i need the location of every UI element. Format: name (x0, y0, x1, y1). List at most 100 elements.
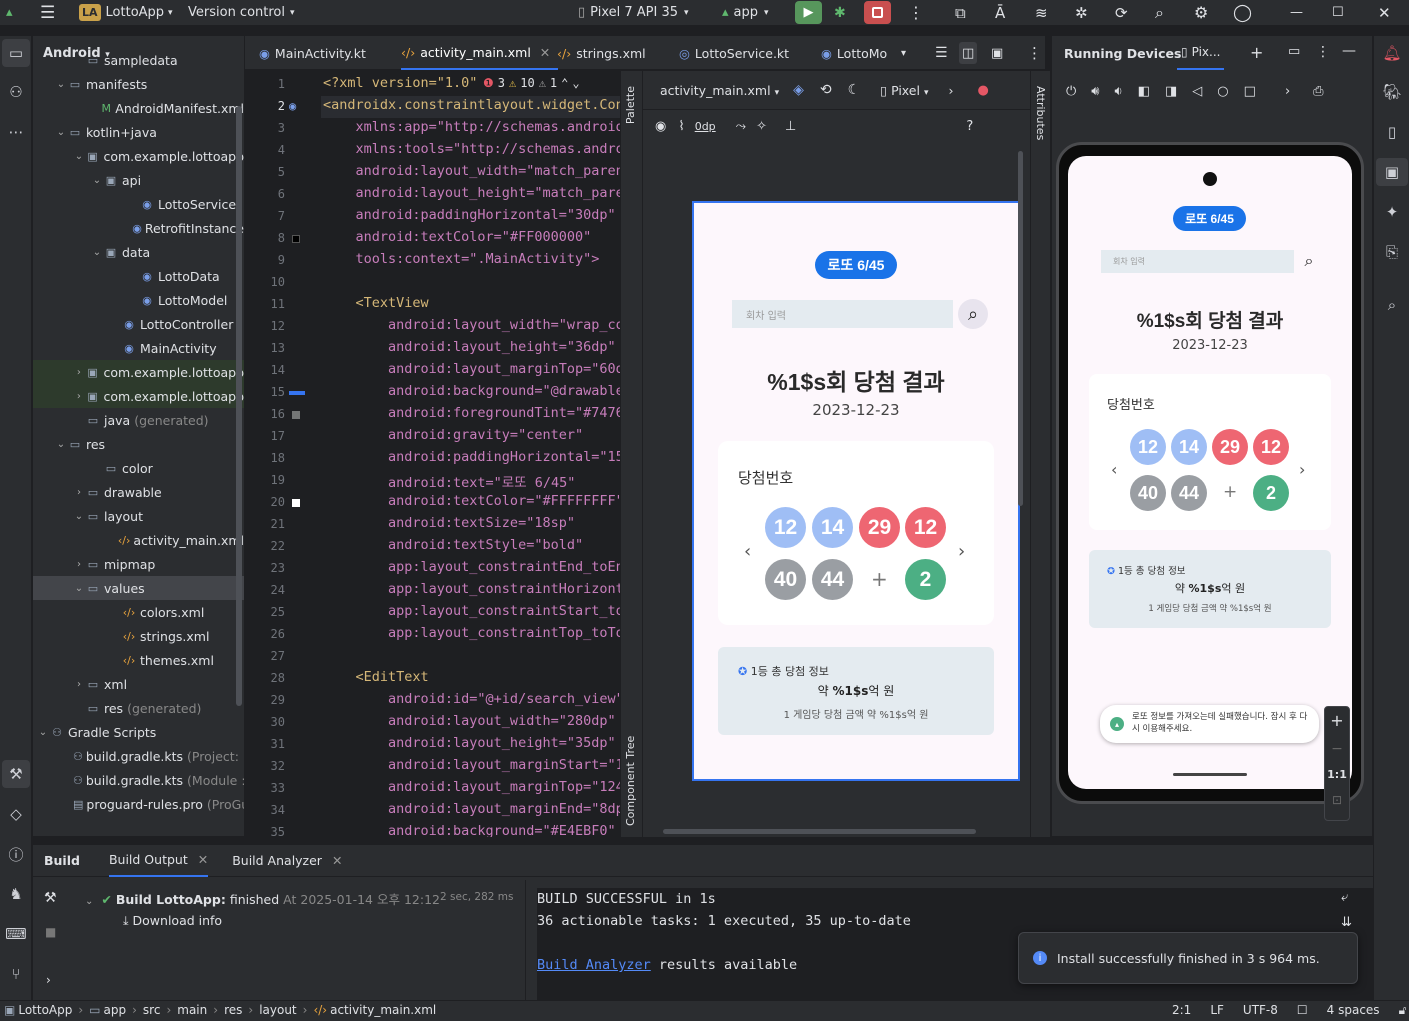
design-view-icon[interactable]: ▣ (991, 36, 1003, 70)
chevron-down-icon[interactable]: ⌄ (91, 247, 103, 258)
split-view-icon[interactable]: ◫ (959, 42, 978, 64)
chevron-down-icon[interactable]: ⌄ (55, 439, 67, 450)
device-tab[interactable]: ▯ Pix... (1177, 36, 1225, 70)
tab-strings[interactable]: ‹/› strings.xml (557, 36, 646, 70)
tree-item[interactable]: ⌄ ▭ kotlin+java (33, 120, 244, 144)
tree-item[interactable]: ▭ color (33, 456, 244, 480)
resource-manager-icon[interactable]: ⚇ (0, 78, 32, 106)
tree-item[interactable]: ◉ LottoService (33, 192, 244, 216)
tree-item[interactable]: › ▣ com.example.lottoapp (33, 360, 244, 384)
align-icon[interactable]: ⊥ (785, 119, 796, 134)
close-tab-icon[interactable]: ✕ (540, 45, 550, 60)
breadcrumb-item[interactable]: src (143, 1003, 161, 1017)
stop-build-icon[interactable]: ■ (45, 925, 56, 939)
run-config-selector[interactable]: ▴ app ▾ (722, 0, 769, 25)
device-explorer-icon[interactable]: ⎘ (1376, 238, 1408, 266)
chevron-right-icon[interactable]: › (1299, 460, 1305, 479)
back-icon[interactable]: ◁ (1192, 84, 1202, 99)
comment-icon[interactable]: ☐ (1297, 1003, 1308, 1018)
close-icon[interactable]: ✕ (1378, 0, 1391, 25)
eye-icon[interactable]: ◉ (655, 119, 666, 134)
tree-item[interactable]: ‹/› themes.xml (33, 648, 244, 672)
tree-item[interactable]: ⌄ ▣ data (33, 240, 244, 264)
chevron-down-icon[interactable]: ⌄ (73, 511, 85, 522)
debug-icon[interactable]: ✱ (834, 0, 846, 25)
tree-item[interactable]: ◉ MainActivity (33, 336, 244, 360)
component-tree-tab[interactable]: Component Tree (624, 716, 637, 826)
chevron-down-icon[interactable]: ⌄ (37, 727, 49, 738)
tree-item[interactable]: ⌄ ▭ values (33, 576, 244, 600)
default-margin-selector[interactable]: 0dp (695, 120, 716, 133)
design-scrollbar-v[interactable] (1018, 151, 1023, 506)
night-mode-icon[interactable]: ☾ (848, 82, 861, 98)
chevron-down-icon[interactable]: ⌄ (73, 583, 85, 594)
chevron-right-icon[interactable]: › (949, 83, 954, 98)
close-tab-icon[interactable]: ✕ (198, 852, 208, 867)
lock-icon[interactable]: 🔓︎ (1399, 1003, 1407, 1018)
tree-item[interactable]: ◉ LottoController (33, 312, 244, 336)
add-device-icon[interactable]: + (1250, 43, 1263, 62)
power-icon[interactable]: ⏻ (1066, 84, 1076, 99)
tree-item[interactable]: M AndroidManifest.xml (33, 96, 244, 120)
chevron-down-icon[interactable]: ⌄ (91, 175, 103, 186)
error-icon[interactable]: ● (978, 83, 989, 98)
build-analyzer-link[interactable]: Build Analyzer (537, 957, 651, 973)
breadcrumb-item[interactable]: res (224, 1003, 242, 1017)
device-screen[interactable]: 로또 6/45 회차 입력 ⌕ %1$s회 당첨 결과 2023-12-23 당… (1068, 156, 1352, 789)
zoom-out-icon[interactable]: − (1325, 741, 1349, 757)
chevron-down-icon[interactable]: ⌄ (55, 79, 67, 90)
zoom-fit-icon[interactable]: ⊡ (1325, 793, 1349, 807)
breadcrumb-item[interactable]: layout (259, 1003, 296, 1017)
chevron-down-icon[interactable]: ⌄ (73, 151, 85, 162)
tab-mainactivity[interactable]: ◉ MainActivity.kt (259, 36, 366, 70)
search-icon[interactable]: ⌕ (1297, 249, 1321, 273)
tree-item[interactable]: › ▭ mipmap (33, 552, 244, 576)
tree-item[interactable]: ▭ res (generated) (33, 696, 244, 720)
notifications-icon[interactable]: 🔔︎ (1376, 39, 1408, 67)
chevron-right-icon[interactable]: › (958, 541, 965, 562)
build-status-row[interactable]: ⌄ ✔ Build LottoApp: finished At 2025-01-14… (85, 889, 440, 908)
logcat-icon[interactable]: ♞ (0, 880, 32, 908)
search-field[interactable]: 회차 입력 (732, 300, 953, 328)
tree-item[interactable]: ‹/› strings.xml (33, 624, 244, 648)
terminal-icon[interactable]: ⌨ (0, 920, 32, 948)
zoom-actual-button[interactable]: 1:1 (1325, 768, 1349, 781)
tree-item[interactable]: ‹/› activity_main.xml (33, 528, 244, 552)
tabs-overflow-icon[interactable]: ▾ (901, 36, 906, 70)
project-tool-icon[interactable]: ▭ (2, 39, 30, 67)
chevron-right-icon[interactable]: › (73, 391, 85, 402)
layout-file-selector[interactable]: activity_main.xml ▾ (660, 83, 779, 98)
tree-item[interactable]: ⚇build.gradle.kts(Project: Lo (33, 744, 244, 768)
translate-icon[interactable]: Ā (995, 0, 1005, 25)
more-icon[interactable]: ⋮ (1316, 44, 1330, 60)
zoom-in-icon[interactable]: + (1325, 711, 1349, 730)
vcs-menu[interactable]: Version control ▾ (188, 0, 295, 25)
rotate-left-icon[interactable]: ◧ (1138, 84, 1150, 99)
layers-icon[interactable]: ◈ (793, 82, 804, 98)
tree-item[interactable]: ▤proguard-rules.pro(ProGu (33, 792, 244, 816)
build-hammer-icon[interactable]: ⚒ (44, 890, 57, 906)
more-icon[interactable]: ⋮ (908, 0, 924, 25)
home-icon[interactable]: ○ (1217, 84, 1228, 99)
breadcrumb-item[interactable]: main (177, 1003, 207, 1017)
layout-inspector-icon[interactable]: ⧉ (955, 0, 966, 25)
settings-icon[interactable]: ⚙ (1194, 0, 1208, 25)
orientation-icon[interactable]: ⟲ (820, 82, 832, 98)
tree-item[interactable]: ⌄ ▣ api (33, 168, 244, 192)
gemini-icon[interactable]: ✦ (1376, 198, 1408, 226)
palette-tab[interactable]: Palette (624, 86, 637, 124)
device-manager-icon[interactable]: ⟳ (1115, 0, 1128, 25)
problems-icon[interactable]: ⓘ (0, 840, 32, 868)
overview-icon[interactable]: □ (1244, 84, 1256, 99)
magnet-off-icon[interactable]: ⌇ (678, 119, 684, 134)
code-view-icon[interactable]: ☰ (935, 36, 948, 70)
search-field[interactable]: 회차 입력 (1101, 250, 1294, 273)
attributes-tab[interactable]: Attributes (1034, 86, 1047, 140)
chevron-right-icon[interactable]: › (73, 679, 85, 690)
line-separator[interactable]: LF (1210, 1003, 1224, 1018)
breadcrumb-item[interactable]: ▭ app (89, 1003, 126, 1017)
tree-item[interactable]: ◉ LottoData (33, 264, 244, 288)
tree-item[interactable]: ⌄ ⚇ Gradle Scripts (33, 720, 244, 744)
caret-position[interactable]: 2:1 (1172, 1003, 1191, 1018)
run-button[interactable]: ▶ (795, 1, 822, 24)
